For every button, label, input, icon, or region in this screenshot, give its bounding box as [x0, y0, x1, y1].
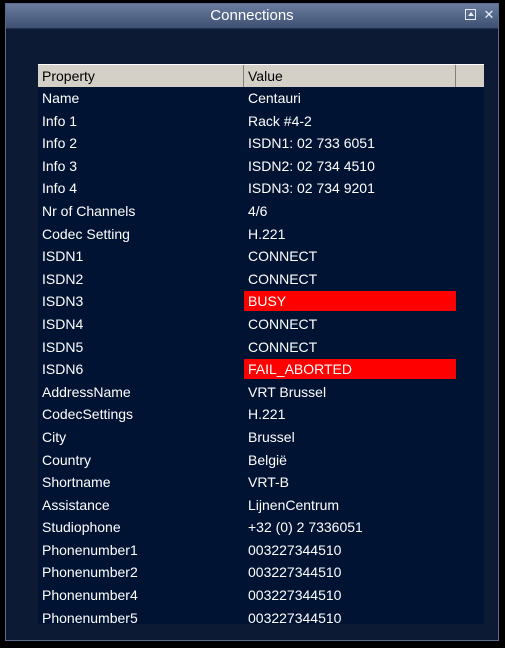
- value-cell: CONNECT: [248, 248, 318, 265]
- property-cell: Info 1: [42, 112, 78, 129]
- property-cell: Codec Setting: [42, 225, 130, 242]
- property-cell: Studiophone: [42, 519, 121, 536]
- value-cell: ISDN1: 02 733 6051: [248, 135, 375, 152]
- value-cell: VRT-B: [248, 474, 289, 491]
- grid-rows: Name Centauri Info 1 Rack #4-2 Info 2 ISDN1: …: [38, 88, 484, 630]
- column-header-filler: [456, 65, 484, 87]
- value-cell: +32 (0) 2 7336051: [248, 519, 363, 536]
- value-cell: CONNECT: [248, 270, 318, 287]
- table-row[interactable]: ISDN3 BUSY: [38, 291, 484, 314]
- property-cell: ISDN6: [42, 361, 84, 378]
- value-cell: 003227344510: [248, 609, 342, 626]
- property-cell: Country: [42, 451, 92, 468]
- property-cell: ISDN2: [42, 270, 84, 287]
- table-row[interactable]: Info 3 ISDN2: 02 734 4510: [38, 156, 484, 179]
- value-cell: H.221: [248, 225, 286, 242]
- property-cell: ISDN5: [42, 338, 84, 355]
- connections-window: Connections ✕ Property Value Name Centaur…: [5, 3, 499, 641]
- property-cell: ISDN4: [42, 315, 84, 332]
- grid-header: Property Value: [38, 64, 484, 87]
- property-cell: Phonenumber1: [42, 541, 138, 558]
- property-cell: Phonenumber4: [42, 587, 138, 604]
- value-cell: H.221: [248, 406, 286, 423]
- table-row[interactable]: Codec Setting H.221: [38, 224, 484, 247]
- value-cell: LijnenCentrum: [248, 496, 340, 513]
- table-row[interactable]: City Brussel: [38, 427, 484, 450]
- table-row[interactable]: CodecSettings H.221: [38, 404, 484, 427]
- value-cell: 003227344510: [248, 587, 342, 604]
- property-cell: Shortname: [42, 474, 111, 491]
- table-row[interactable]: ISDN6 FAIL_ABORTED: [38, 359, 484, 382]
- property-cell: Name: [42, 90, 80, 106]
- table-row[interactable]: Nr of Channels 4/6: [38, 201, 484, 224]
- value-cell: BUSY: [244, 291, 456, 312]
- value-cell: VRT Brussel: [248, 383, 327, 400]
- property-cell: Nr of Channels: [42, 202, 136, 219]
- table-row[interactable]: ISDN5 CONNECT: [38, 337, 484, 360]
- value-cell: België: [248, 451, 287, 468]
- table-row[interactable]: Info 2 ISDN1: 02 733 6051: [38, 133, 484, 156]
- property-cell: Phonenumber2: [42, 564, 138, 581]
- table-row[interactable]: Phonenumber5 003227344510: [38, 608, 484, 631]
- property-cell: CodecSettings: [42, 406, 134, 423]
- property-cell: Info 3: [42, 157, 78, 174]
- table-row[interactable]: Phonenumber1 003227344510: [38, 540, 484, 563]
- property-cell: ISDN1: [42, 248, 84, 265]
- property-cell: ISDN3: [42, 293, 84, 310]
- value-cell: ISDN3: 02 734 9201: [248, 180, 375, 197]
- property-cell: City: [42, 428, 67, 445]
- table-row[interactable]: Info 1 Rack #4-2: [38, 111, 484, 134]
- maximize-icon[interactable]: [464, 8, 478, 22]
- value-cell: Rack #4-2: [248, 112, 312, 129]
- value-cell: Brussel: [248, 428, 295, 445]
- column-header-value[interactable]: Value: [244, 65, 456, 87]
- close-icon[interactable]: ✕: [482, 8, 496, 22]
- property-cell: Info 4: [42, 180, 78, 197]
- property-cell: Info 2: [42, 135, 78, 152]
- value-cell: FAIL_ABORTED: [244, 359, 456, 380]
- value-cell: 003227344510: [248, 541, 342, 558]
- table-row[interactable]: ISDN2 CONNECT: [38, 269, 484, 292]
- value-cell: ISDN2: 02 734 4510: [248, 157, 375, 174]
- title-bar[interactable]: Connections ✕: [6, 4, 498, 29]
- property-cell: AddressName: [42, 383, 131, 400]
- table-row[interactable]: Info 4 ISDN3: 02 734 9201: [38, 178, 484, 201]
- value-cell: CONNECT: [248, 315, 318, 332]
- table-row[interactable]: ISDN1 CONNECT: [38, 246, 484, 269]
- property-cell: Assistance: [42, 496, 110, 513]
- value-cell: 4/6: [248, 202, 268, 219]
- property-cell: Phonenumber5: [42, 609, 138, 626]
- table-row[interactable]: Shortname VRT-B: [38, 472, 484, 495]
- table-row[interactable]: Assistance LijnenCentrum: [38, 495, 484, 518]
- window-title: Connections: [210, 7, 294, 24]
- table-row[interactable]: Phonenumber4 003227344510: [38, 585, 484, 608]
- value-cell: Centauri: [248, 90, 301, 106]
- table-row[interactable]: AddressName VRT Brussel: [38, 382, 484, 405]
- table-row[interactable]: Studiophone +32 (0) 2 7336051: [38, 517, 484, 540]
- table-row[interactable]: Phonenumber2 003227344510: [38, 562, 484, 585]
- table-row[interactable]: Country België: [38, 450, 484, 473]
- column-header-property[interactable]: Property: [38, 65, 244, 87]
- properties-grid: Property Value Name Centauri Info 1 Rack #4…: [38, 64, 484, 626]
- table-row[interactable]: Name Centauri: [38, 88, 484, 111]
- value-cell: CONNECT: [248, 338, 318, 355]
- table-row[interactable]: ISDN4 CONNECT: [38, 314, 484, 337]
- value-cell: 003227344510: [248, 564, 342, 581]
